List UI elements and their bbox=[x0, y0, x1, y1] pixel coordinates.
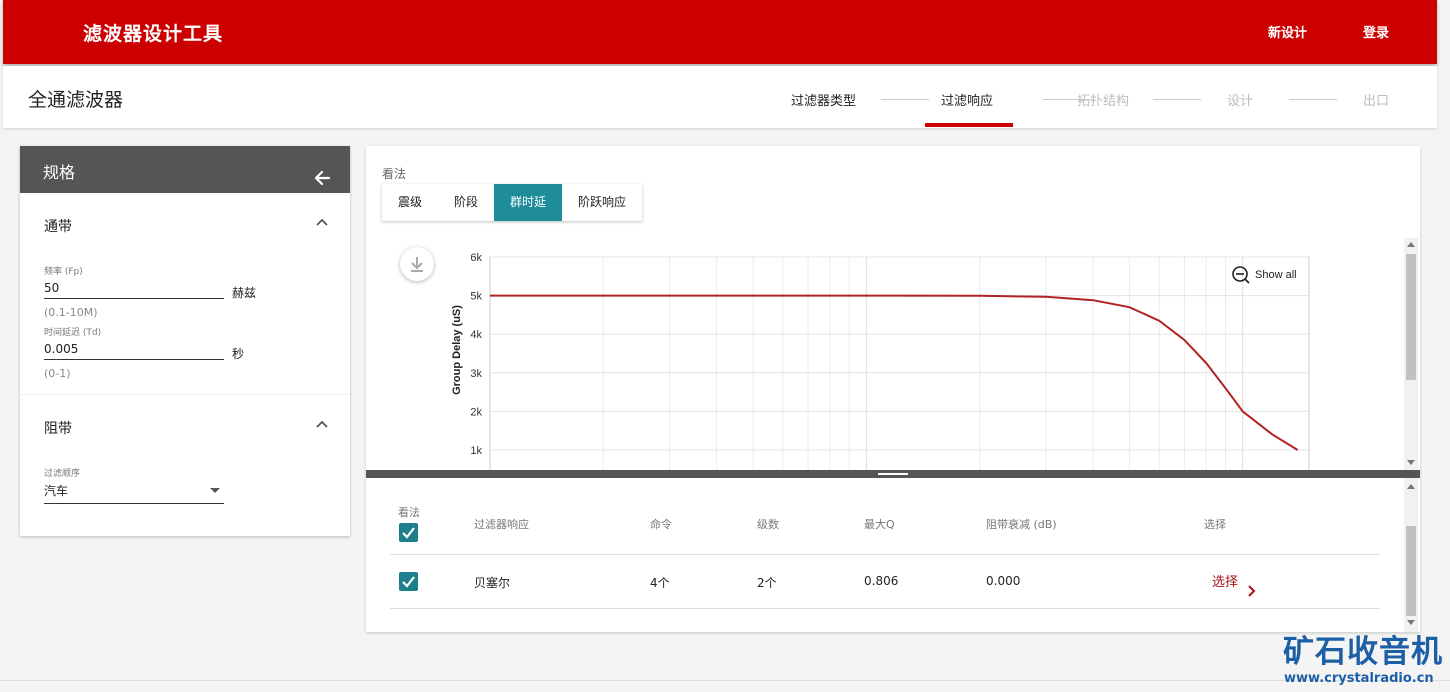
caret-down-icon bbox=[210, 488, 220, 493]
step-connector bbox=[1289, 99, 1337, 100]
frequency-label: 频率 (Fp) bbox=[44, 267, 83, 277]
step-filter-type[interactable]: 过滤器类型 bbox=[791, 90, 856, 109]
select-link[interactable]: 选择 bbox=[1212, 571, 1238, 590]
page-title: 全通滤波器 bbox=[28, 89, 124, 111]
step-filter-response[interactable]: 过滤响应 bbox=[941, 90, 993, 109]
spec-header: 规格 bbox=[20, 146, 350, 193]
col-header-order: 命令 bbox=[650, 518, 672, 531]
y-tick-label: 4k bbox=[470, 329, 482, 341]
splitter-grip[interactable] bbox=[878, 473, 908, 475]
cell-stopband-atten: 0.000 bbox=[986, 574, 1021, 588]
y-tick-label: 1k bbox=[470, 445, 482, 457]
login-link[interactable]: 登录 bbox=[1363, 22, 1389, 41]
check-icon bbox=[402, 527, 415, 539]
delay-label: 时间延迟 (Td) bbox=[44, 328, 102, 338]
watermark-url: www.crystalradio.cn bbox=[1284, 671, 1434, 686]
cell-response: 贝塞尔 bbox=[474, 576, 511, 590]
view-tabs: 震级 阶段 群时延 阶跃响应 bbox=[382, 184, 643, 221]
select-all-checkbox[interactable] bbox=[399, 523, 418, 542]
delay-hint: (0-1) bbox=[44, 367, 71, 380]
step-design[interactable]: 设计 bbox=[1227, 90, 1253, 109]
frequency-hint: (0.1-10M) bbox=[44, 306, 98, 319]
scrollbar-thumb[interactable] bbox=[1406, 254, 1416, 380]
chart-scrollbar[interactable] bbox=[1404, 238, 1418, 470]
active-step-indicator bbox=[925, 123, 1013, 127]
row-checkbox[interactable] bbox=[399, 572, 418, 591]
col-header-max-q: 最大Q bbox=[864, 518, 895, 531]
row-divider bbox=[390, 608, 1380, 609]
pane-splitter[interactable] bbox=[366, 470, 1420, 478]
zoom-out-icon-handle bbox=[1244, 278, 1250, 284]
table-scrollbar[interactable] bbox=[1404, 478, 1418, 632]
arrow-left-icon[interactable] bbox=[312, 168, 332, 188]
col-header-stages: 级数 bbox=[757, 518, 779, 531]
footer-divider bbox=[0, 680, 1450, 681]
col-header-view: 看法 bbox=[398, 506, 420, 519]
step-connector bbox=[881, 99, 929, 100]
tab-phase[interactable]: 阶段 bbox=[438, 184, 494, 221]
chevron-right-icon[interactable] bbox=[1246, 584, 1258, 598]
show-all-label: Show all bbox=[1255, 269, 1297, 281]
group-delay-chart: 6k 5k 4k 3k 2k 1k Group Delay (uS) Show all bbox=[451, 252, 1310, 470]
chart-area: 6k 5k 4k 3k 2k 1k Group Delay (uS) Show all bbox=[366, 238, 1420, 470]
frequency-unit: 赫兹 bbox=[232, 286, 257, 300]
spec-title: 规格 bbox=[43, 163, 76, 182]
y-tick-label: 2k bbox=[470, 406, 482, 418]
scrollbar-thumb[interactable] bbox=[1406, 526, 1416, 616]
chevron-up-icon[interactable] bbox=[314, 214, 330, 230]
step-bar: 全通滤波器 过滤器类型 过滤响应 拓扑结构 设计 出口 bbox=[3, 66, 1437, 128]
tab-magnitude[interactable]: 震级 bbox=[382, 184, 438, 221]
chevron-up-icon[interactable] bbox=[314, 416, 330, 432]
y-tick-label: 5k bbox=[470, 291, 482, 303]
y-tick-label: 6k bbox=[470, 252, 482, 264]
check-icon bbox=[402, 576, 415, 588]
y-axis-label: Group Delay (uS) bbox=[451, 305, 463, 395]
row-divider bbox=[390, 554, 1380, 555]
col-header-select: 选择 bbox=[1204, 518, 1226, 531]
cell-order: 4个 bbox=[650, 576, 670, 590]
tab-group-delay[interactable]: 群时延 bbox=[494, 184, 563, 221]
new-design-link[interactable]: 新设计 bbox=[1268, 22, 1307, 41]
cell-stages: 2个 bbox=[757, 576, 777, 590]
spec-panel: 规格 通带 频率 (Fp) 赫兹 (0.1-10M) 时间延迟 (Td) 秒 (… bbox=[20, 146, 350, 536]
app-title: 滤波器设计工具 bbox=[83, 23, 224, 45]
filter-order-select[interactable]: 汽车 bbox=[44, 482, 224, 504]
top-app-bar: 滤波器设计工具 新设计 登录 bbox=[3, 0, 1437, 64]
tab-step-response[interactable]: 阶跃响应 bbox=[562, 184, 642, 221]
watermark-logo: 矿石收音机 bbox=[1283, 634, 1443, 670]
frequency-input[interactable] bbox=[44, 277, 224, 299]
y-tick-label: 3k bbox=[470, 368, 482, 380]
delay-input[interactable] bbox=[44, 338, 224, 360]
scroll-up-icon[interactable] bbox=[1407, 484, 1415, 489]
col-header-stopband-atten: 阻带衰减 (dB) bbox=[986, 518, 1057, 531]
plot-frame bbox=[489, 256, 1310, 470]
cell-max-q: 0.806 bbox=[864, 574, 899, 588]
results-table: 看法 过滤器响应 命令 级数 最大Q 阻带衰减 (dB) 选择 贝塞尔 4个 2… bbox=[366, 478, 1420, 632]
col-header-response: 过滤器响应 bbox=[474, 518, 529, 531]
stopband-title[interactable]: 阻带 bbox=[44, 418, 72, 438]
step-topology[interactable]: 拓扑结构 bbox=[1077, 90, 1129, 109]
filter-order-value: 汽车 bbox=[44, 484, 69, 498]
filter-order-label: 过滤顺序 bbox=[44, 469, 81, 479]
delay-unit: 秒 bbox=[232, 347, 245, 361]
scroll-down-icon[interactable] bbox=[1407, 460, 1415, 465]
response-panel: 看法 震级 阶段 群时延 阶跃响应 6k 5k 4k 3k 2k 1k Group Dela… bbox=[366, 146, 1420, 632]
scroll-up-icon[interactable] bbox=[1407, 242, 1415, 247]
scroll-down-icon[interactable] bbox=[1407, 620, 1415, 625]
passband-title[interactable]: 通带 bbox=[44, 216, 72, 236]
step-connector bbox=[1153, 99, 1201, 100]
section-divider bbox=[20, 394, 350, 395]
step-export[interactable]: 出口 bbox=[1363, 90, 1389, 109]
view-label: 看法 bbox=[382, 167, 407, 181]
